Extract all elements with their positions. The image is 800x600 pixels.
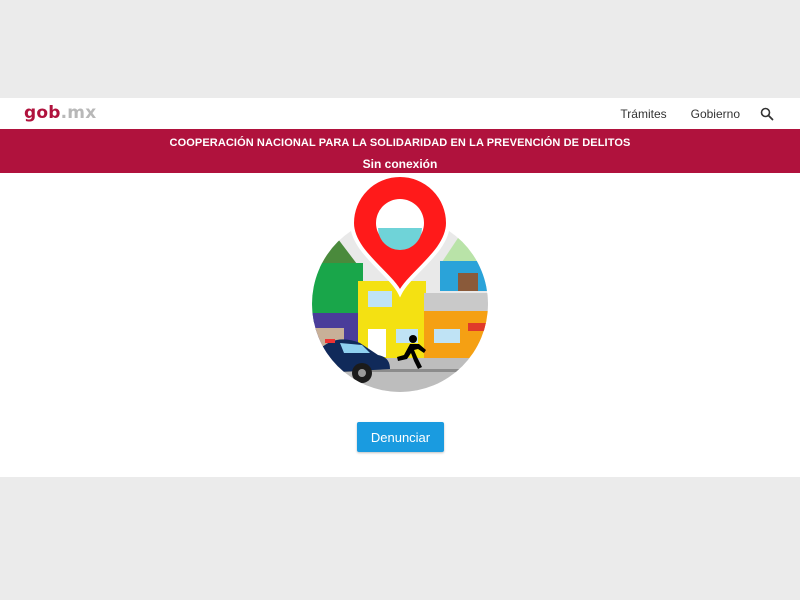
logo-suffix-text: .mx bbox=[60, 103, 97, 123]
gob-mx-logo[interactable]: gob.mx bbox=[24, 103, 96, 123]
top-navbar: gob.mx Trámites Gobierno bbox=[0, 98, 800, 129]
main-content: Denunciar bbox=[0, 173, 800, 477]
report-button[interactable]: Denunciar bbox=[357, 422, 444, 452]
crime-location-illustration bbox=[300, 173, 500, 403]
banner-title: COOPERACIÓN NACIONAL PARA LA SOLIDARIDAD… bbox=[169, 137, 631, 149]
nav-links: Trámites Gobierno bbox=[596, 98, 774, 129]
nav-link-gobierno[interactable]: Gobierno bbox=[691, 107, 740, 121]
search-icon[interactable] bbox=[760, 107, 774, 121]
connection-status: Sin conexión bbox=[362, 157, 438, 171]
logo-main-text: gob bbox=[24, 103, 61, 123]
nav-link-tramites[interactable]: Trámites bbox=[620, 107, 666, 121]
page-banner: COOPERACIÓN NACIONAL PARA LA SOLIDARIDAD… bbox=[0, 129, 800, 173]
